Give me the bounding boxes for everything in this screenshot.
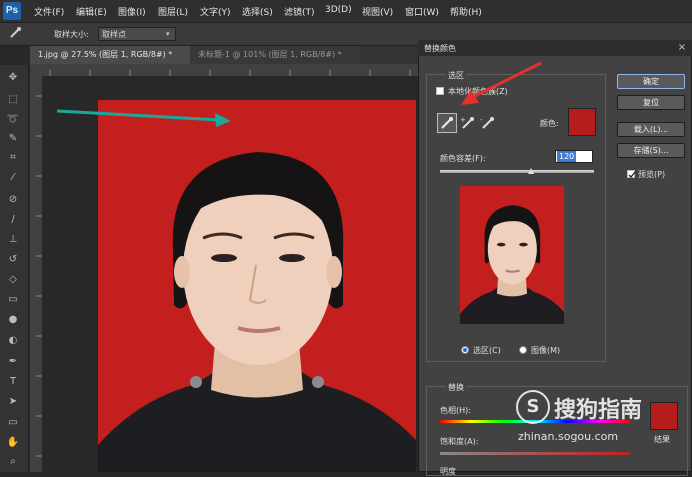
dialog-title: 替换颜色	[424, 44, 456, 53]
quick-selection-tool-icon[interactable]: ✎	[6, 133, 20, 145]
photoshop-logo: Ps	[3, 2, 21, 20]
red-annotation-arrow	[461, 61, 542, 105]
color-swatch[interactable]	[568, 108, 596, 136]
eraser-tool-icon[interactable]: ◇	[6, 274, 20, 286]
eyedropper-tool-preset-icon[interactable]	[8, 26, 22, 40]
menu-help[interactable]: 帮助(H)	[450, 5, 482, 18]
crop-tool-icon[interactable]: ⌗	[6, 152, 20, 164]
svg-text:-: -	[480, 116, 483, 124]
menu-type[interactable]: 文字(Y)	[200, 5, 231, 18]
menu-window[interactable]: 窗口(W)	[405, 5, 439, 18]
fuzziness-slider-track[interactable]	[440, 170, 594, 173]
menu-select[interactable]: 选择(S)	[242, 5, 273, 18]
saturation-slider-track[interactable]	[440, 452, 630, 455]
watermark-url: zhinan.sogou.com	[518, 430, 619, 443]
fuzziness-value: 120	[557, 151, 577, 162]
zoom-tool-icon[interactable]: ⌕	[6, 456, 20, 468]
load-button[interactable]: 载入(L)...	[617, 122, 685, 137]
dialog-titlebar[interactable]	[418, 40, 692, 56]
save-button[interactable]: 存储(S)...	[617, 143, 685, 158]
tab-label: 1.jpg @ 27.5% (图层 1, RGB/8#) *	[38, 50, 173, 59]
chevron-down-icon: ▾	[166, 30, 170, 38]
tab-label: 未标题-1 @ 101% (图层 1, RGB/8#) *	[198, 50, 342, 59]
menu-3d[interactable]: 3D(D)	[325, 5, 352, 15]
sogou-logo-icon: S	[516, 390, 550, 424]
marquee-tool-icon[interactable]: ⬚	[6, 94, 20, 106]
selection-radio-label: 选区(C)	[473, 346, 501, 355]
menu-edit[interactable]: 编辑(E)	[76, 5, 107, 18]
image-radio[interactable]	[519, 346, 527, 354]
selection-preview	[460, 186, 564, 324]
reset-button[interactable]: 复位	[617, 95, 685, 110]
watermark-brand: 搜狗指南	[554, 398, 643, 423]
teal-annotation-arrow	[56, 109, 231, 127]
hue-label: 色相(H):	[440, 406, 471, 415]
eyedropper-tool-icon[interactable]: ⁄	[6, 172, 20, 184]
ok-button[interactable]: 确定	[617, 74, 685, 89]
history-brush-tool-icon[interactable]: ↺	[6, 254, 20, 266]
sample-size-label: 取样大小:	[54, 30, 89, 39]
color-label: 颜色:	[540, 119, 559, 128]
move-tool-icon[interactable]: ✥	[6, 72, 20, 84]
result-label: 结果	[654, 435, 670, 444]
menu-filter[interactable]: 滤镜(T)	[284, 5, 315, 18]
tools-panel	[0, 65, 29, 472]
path-selection-tool-icon[interactable]: ➤	[6, 396, 20, 408]
tab-document-1[interactable]: 1.jpg @ 27.5% (图层 1, RGB/8#) * ×	[30, 46, 190, 77]
preview-label: 预览(P)	[638, 170, 666, 179]
eyedropper-minus-icon[interactable]: -	[479, 114, 497, 132]
image-radio-label: 图像(M)	[531, 346, 561, 355]
healing-brush-tool-icon[interactable]: ⊘	[6, 194, 20, 206]
pen-tool-icon[interactable]: ✒	[6, 356, 20, 368]
portrait-photo[interactable]	[98, 100, 416, 472]
sample-size-select[interactable]: 取样点	[98, 27, 176, 41]
menu-view[interactable]: 视图(V)	[362, 5, 393, 18]
hand-tool-icon[interactable]: ✋	[6, 437, 20, 449]
menu-file[interactable]: 文件(F)	[34, 5, 64, 18]
fuzziness-label: 颜色容差(F):	[440, 154, 486, 163]
blur-tool-icon[interactable]: ●	[6, 314, 20, 326]
eyedropper-plus-icon[interactable]: +	[459, 114, 477, 132]
gradient-tool-icon[interactable]: ▭	[6, 294, 20, 306]
brush-tool-icon[interactable]: /	[6, 214, 20, 226]
preview-checkbox[interactable]	[627, 170, 636, 178]
result-color-swatch[interactable]	[650, 402, 678, 430]
rectangle-tool-icon[interactable]: ▭	[6, 417, 20, 429]
clone-stamp-tool-icon[interactable]: ⊥	[6, 234, 20, 246]
lasso-tool-icon[interactable]: ➰	[6, 114, 20, 126]
replacement-group-label: 替换	[446, 382, 466, 393]
menu-image[interactable]: 图像(I)	[118, 5, 146, 18]
dodge-tool-icon[interactable]: ◐	[6, 335, 20, 347]
localized-color-clusters-checkbox[interactable]	[436, 87, 444, 95]
fuzziness-slider-thumb[interactable]: ▲	[528, 166, 534, 175]
svg-text:+: +	[460, 116, 466, 124]
saturation-label: 饱和度(A):	[440, 437, 479, 446]
fuzziness-input[interactable]: 120	[555, 150, 593, 163]
type-tool-icon[interactable]: T	[6, 376, 20, 388]
tab-document-2[interactable]: 未标题-1 @ 101% (图层 1, RGB/8#) * ×	[190, 46, 360, 77]
dialog-close-icon[interactable]: ×	[676, 42, 688, 54]
menu-layer[interactable]: 图层(L)	[158, 5, 188, 18]
selection-radio[interactable]	[461, 346, 469, 354]
eyedropper-icon[interactable]	[437, 113, 457, 133]
